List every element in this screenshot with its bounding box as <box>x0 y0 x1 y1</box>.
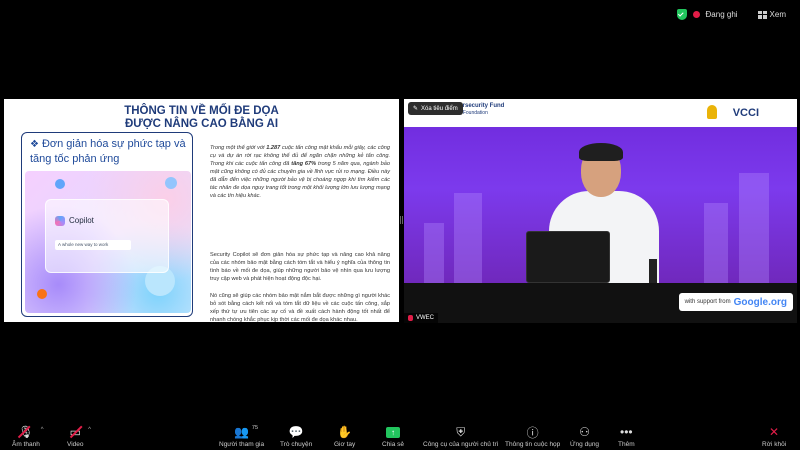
slide-paragraph-3: Nó cũng sẽ giúp các nhóm bảo mật nắm bắt… <box>210 293 390 322</box>
slide-paragraph-1: Trong một thế giới với 1.287 cuộc tấn cô… <box>210 145 391 199</box>
google-org-label: Google.org <box>733 296 787 308</box>
muted-mic-icon <box>408 315 413 321</box>
chevron-up-icon: ^ <box>88 427 91 433</box>
mic-muted-icon: 🎙 ^ <box>18 425 44 439</box>
security-shield-icon[interactable] <box>676 9 687 20</box>
grid-view-icon <box>757 10 767 19</box>
video-button[interactable]: ▭ ^ Video <box>67 425 91 448</box>
microphone <box>649 259 657 283</box>
leave-icon: ✕ <box>769 425 780 439</box>
recording-label: Đang ghi <box>705 10 738 19</box>
participant-name-tag: VWEC <box>404 313 438 323</box>
diamond-bullet-icon: ❖ <box>30 139 39 150</box>
remove-spotlight-button[interactable]: ✎ Xóa tiêu điểm <box>408 102 463 115</box>
brand-label: VCCI <box>732 107 759 119</box>
splitter-handle[interactable] <box>400 216 403 224</box>
participants-button[interactable]: 👥 75 Người tham gia <box>219 425 264 448</box>
more-dots-icon: ••• <box>620 425 633 439</box>
more-button[interactable]: ••• Thêm <box>618 425 635 448</box>
zoom-meeting-window: Đang ghi Xem THÔNG TIN VỀ MỐI ĐE DỌA ĐƯỢ… <box>0 0 800 450</box>
shared-screen-slide: THÔNG TIN VỀ MỐI ĐE DỌA ĐƯỢC NÂNG CAO BẰ… <box>4 99 399 322</box>
hand-icon: ✋ <box>337 425 353 439</box>
shield-icon: ⛨ <box>456 424 466 439</box>
leave-button[interactable]: ✕ Rời khỏi <box>762 425 786 448</box>
audio-button[interactable]: 🎙 ^ Âm thanh <box>12 425 44 448</box>
bullet-box: ❖ Đơn giản hóa sự phức tạp và tăng tốc ph… <box>21 132 193 317</box>
recording-icon <box>692 11 700 18</box>
speaker-video-tile[interactable]: C Cybersecurity Fund The Asia Foundation… <box>404 99 797 323</box>
slide-title: THÔNG TIN VỀ MỐI ĐE DỌA ĐƯỢC NÂNG CAO BẰ… <box>124 105 279 130</box>
vcci-logo-icon <box>707 105 717 119</box>
speaker-hair <box>579 143 623 161</box>
copilot-name: Copilot <box>69 216 94 225</box>
participants-icon: 👥 75 <box>234 425 259 439</box>
view-label: Xem <box>769 10 786 19</box>
host-tools-button[interactable]: ⛨ Công cụ của người chủ trì <box>423 424 498 449</box>
copilot-card: Copilot A whole new way to work <box>45 199 169 273</box>
apps-icon: ⚇ <box>579 425 590 439</box>
meeting-info-button[interactable]: ⓘ Thông tin cuộc họp <box>505 425 560 449</box>
view-button[interactable]: Xem <box>757 10 786 19</box>
copilot-logo-icon <box>55 216 65 226</box>
orb-icon <box>55 179 65 189</box>
share-screen-icon: ↑ <box>386 426 401 438</box>
apps-button[interactable]: ⚇ Ứng dụng <box>570 425 599 448</box>
slide-paragraph-2: Security Copilot sẽ đơn giản hóa sự phức… <box>210 252 390 282</box>
meeting-toolbar: 🎙 ^ Âm thanh ▭ ^ Video 👥 75 Người tham gia … <box>0 420 800 450</box>
video-off-icon: ▭ ^ <box>69 425 91 439</box>
video-banner: C Cybersecurity Fund The Asia Foundation… <box>404 99 797 127</box>
copilot-image: Copilot A whole new way to work <box>25 171 191 313</box>
chevron-up-icon: ^ <box>40 427 44 433</box>
chat-icon: 💬 <box>288 425 304 439</box>
orb-icon <box>165 177 177 189</box>
pin-icon: ✎ <box>413 106 419 112</box>
bullet-heading: ❖ Đơn giản hóa sự phức tạp và tăng tốc ph… <box>30 138 186 165</box>
raise-hand-button[interactable]: ✋ Giơ tay <box>334 425 355 448</box>
info-icon: ⓘ <box>526 425 539 440</box>
share-button[interactable]: ↑ Chia sẻ <box>382 425 404 448</box>
chat-button[interactable]: 💬 Trò chuyện <box>280 425 312 448</box>
support-badge: with support from Google.org <box>678 293 793 311</box>
laptop <box>526 231 610 283</box>
top-status-bar: Đang ghi Xem <box>676 9 786 20</box>
copilot-tagline: A whole new way to work <box>55 240 131 250</box>
orb-icon <box>37 289 47 299</box>
